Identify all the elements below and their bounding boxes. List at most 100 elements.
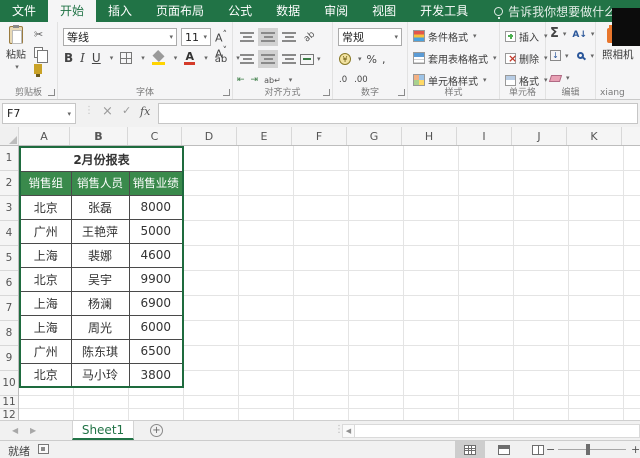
decrease-indent-icon[interactable]: ⇤ xyxy=(237,75,245,85)
conditional-formatting-button[interactable]: 条件格式 xyxy=(413,28,477,44)
row-header[interactable]: 3 xyxy=(0,196,18,221)
merge-center-icon[interactable] xyxy=(300,54,314,65)
row-header[interactable]: 7 xyxy=(0,296,18,321)
table-cell[interactable]: 陈东琪 xyxy=(71,339,129,363)
align-bottom-button[interactable] xyxy=(279,28,299,46)
table-header-cell[interactable]: 销售组 xyxy=(20,171,71,195)
scroll-left-icon[interactable] xyxy=(342,424,355,438)
tab-page-layout[interactable]: 页面布局 xyxy=(144,0,216,22)
table-cell[interactable]: 6000 xyxy=(129,315,183,339)
find-select-icon[interactable] xyxy=(577,52,584,59)
table-cell[interactable]: 北京 xyxy=(20,195,71,219)
column-header[interactable]: F xyxy=(292,127,347,145)
table-cell[interactable]: 广州 xyxy=(20,339,71,363)
sheet-tab-sheet1[interactable]: Sheet1 xyxy=(72,421,134,440)
table-cell[interactable]: 5000 xyxy=(129,219,183,243)
zoom-in-icon[interactable] xyxy=(631,443,640,456)
align-right-button[interactable] xyxy=(279,50,299,68)
column-header[interactable]: D xyxy=(182,127,237,145)
tab-view[interactable]: 视图 xyxy=(360,0,408,22)
tell-me-search[interactable]: 告诉我你想要做什么 xyxy=(494,0,616,22)
row-header[interactable]: 5 xyxy=(0,246,18,271)
table-title[interactable]: 2月份报表 xyxy=(20,147,183,171)
column-header[interactable]: A xyxy=(19,127,70,145)
name-box[interactable]: F7 xyxy=(2,103,76,124)
tab-data[interactable]: 数据 xyxy=(264,0,312,22)
row-header[interactable]: 9 xyxy=(0,346,18,371)
paste-button[interactable]: 粘贴 xyxy=(3,26,29,86)
table-cell[interactable]: 8000 xyxy=(129,195,183,219)
chevron-down-icon[interactable] xyxy=(110,54,114,62)
table-header-cell[interactable]: 销售人员 xyxy=(71,171,129,195)
table-cell[interactable]: 4600 xyxy=(129,243,183,267)
font-color-icon[interactable]: A xyxy=(184,52,195,65)
copy-icon[interactable] xyxy=(34,47,43,58)
align-top-button[interactable] xyxy=(237,28,257,46)
column-header[interactable]: I xyxy=(457,127,512,145)
comma-style-icon[interactable]: , xyxy=(382,53,386,66)
chevron-down-icon[interactable] xyxy=(591,52,595,60)
chevron-down-icon[interactable] xyxy=(317,55,321,63)
wrap-text-icon[interactable] xyxy=(264,74,281,86)
table-cell[interactable]: 王艳萍 xyxy=(71,219,129,243)
select-all-corner[interactable] xyxy=(0,127,19,145)
font-size-combo[interactable]: 11 xyxy=(181,28,211,46)
column-header[interactable]: K xyxy=(567,127,622,145)
increase-decimal-icon[interactable]: .0 xyxy=(339,75,347,85)
grow-font-icon[interactable]: A xyxy=(215,32,223,45)
percent-style-icon[interactable]: % xyxy=(367,53,377,66)
row-header[interactable]: 8 xyxy=(0,321,18,346)
sales-report-table[interactable]: 2月份报表 销售组 销售人员 销售业绩 北京 张磊 8000 广州 王艳萍 50… xyxy=(19,146,184,388)
table-header-cell[interactable]: 销售业绩 xyxy=(129,171,183,195)
tab-review[interactable]: 审阅 xyxy=(312,0,360,22)
column-header[interactable]: H xyxy=(402,127,457,145)
column-header[interactable]: J xyxy=(512,127,567,145)
row-header[interactable]: 2 xyxy=(0,171,18,196)
sort-filter-icon[interactable] xyxy=(572,28,587,40)
cancel-icon[interactable] xyxy=(102,104,113,119)
chevron-down-icon[interactable] xyxy=(591,30,595,38)
decrease-decimal-icon[interactable]: .00 xyxy=(354,75,368,85)
table-cell[interactable]: 北京 xyxy=(20,267,71,291)
page-layout-view-button[interactable] xyxy=(489,441,519,458)
row-header[interactable]: 6 xyxy=(0,271,18,296)
normal-view-button[interactable] xyxy=(455,441,485,458)
column-header[interactable]: G xyxy=(347,127,402,145)
delete-cells-button[interactable]: 删除 xyxy=(505,50,548,66)
macro-record-icon[interactable] xyxy=(38,444,49,454)
insert-function-icon[interactable]: fx xyxy=(140,105,150,118)
table-cell[interactable]: 广州 xyxy=(20,219,71,243)
cut-icon[interactable] xyxy=(34,28,43,41)
align-middle-button[interactable] xyxy=(258,28,278,46)
dialog-launcher-icon[interactable] xyxy=(223,89,230,96)
underline-button[interactable]: U xyxy=(92,51,101,65)
orientation-icon[interactable] xyxy=(300,28,320,46)
tab-developer[interactable]: 开发工具 xyxy=(408,0,480,22)
table-cell[interactable]: 裴娜 xyxy=(71,243,129,267)
fill-color-icon[interactable] xyxy=(152,52,165,65)
chevron-down-icon[interactable] xyxy=(204,54,208,62)
tab-file[interactable]: 文件 xyxy=(0,0,48,22)
horizontal-scrollbar[interactable] xyxy=(342,424,640,438)
fill-down-icon[interactable] xyxy=(550,50,561,61)
tab-formulas[interactable]: 公式 xyxy=(216,0,264,22)
chevron-down-icon[interactable] xyxy=(358,55,362,63)
align-center-button[interactable] xyxy=(258,50,278,68)
italic-button[interactable]: I xyxy=(80,51,85,65)
chevron-down-icon[interactable] xyxy=(566,74,570,82)
chevron-down-icon[interactable] xyxy=(563,30,567,38)
zoom-slider-thumb[interactable] xyxy=(586,444,590,455)
column-header[interactable]: E xyxy=(237,127,292,145)
chevron-down-icon[interactable] xyxy=(565,52,569,60)
chevron-down-icon[interactable] xyxy=(141,54,145,62)
formula-input[interactable] xyxy=(158,103,638,124)
formula-bar-splitter[interactable] xyxy=(84,105,94,116)
table-cell[interactable]: 6500 xyxy=(129,339,183,363)
phonetic-guide-icon[interactable] xyxy=(215,51,227,65)
column-header[interactable]: C xyxy=(128,127,182,145)
align-left-button[interactable] xyxy=(237,50,257,68)
table-cell[interactable]: 上海 xyxy=(20,291,71,315)
scrollbar-track[interactable] xyxy=(355,424,640,438)
table-cell[interactable]: 上海 xyxy=(20,315,71,339)
table-cell[interactable]: 上海 xyxy=(20,243,71,267)
